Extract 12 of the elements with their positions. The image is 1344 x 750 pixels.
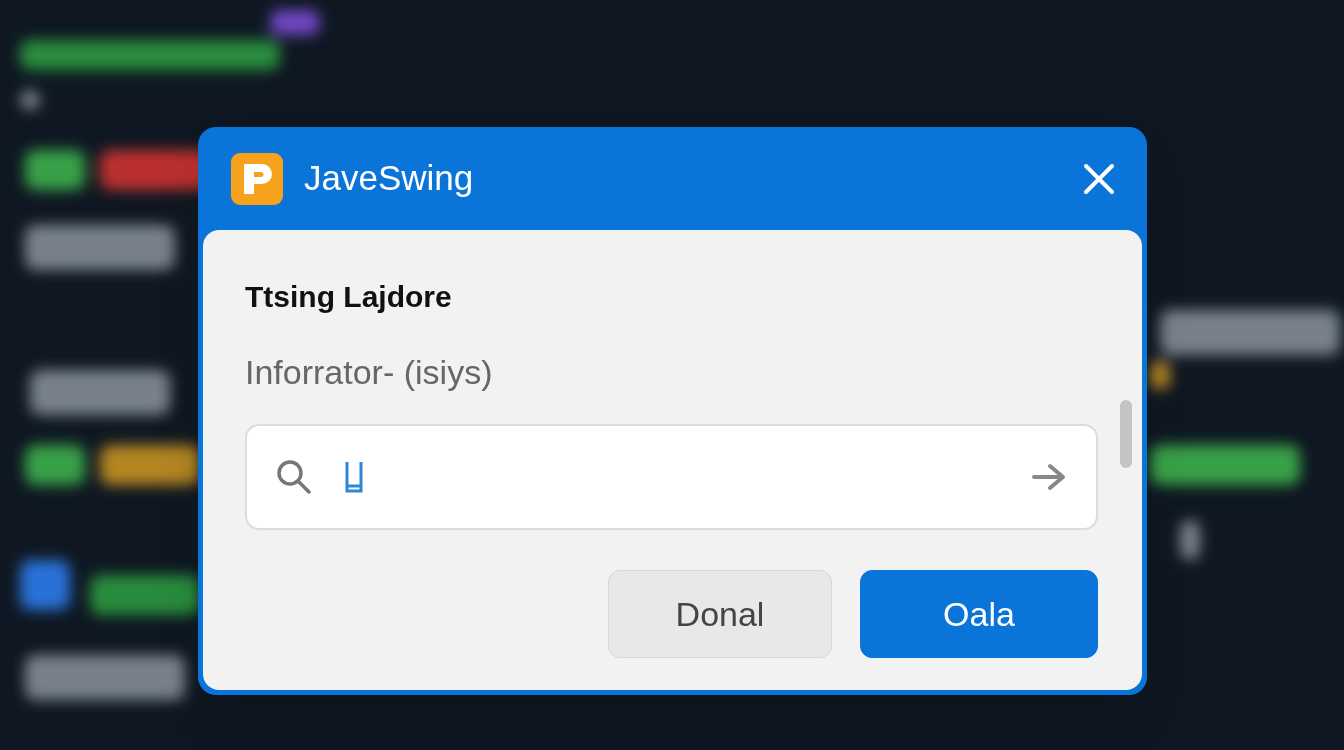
scrollbar-thumb[interactable] — [1120, 400, 1132, 468]
app-logo-icon — [230, 151, 284, 206]
close-icon[interactable] — [1083, 162, 1115, 195]
arrow-right-icon[interactable] — [1032, 462, 1068, 492]
search-field[interactable] — [245, 424, 1098, 530]
window-title: JaveSwing — [304, 157, 474, 200]
search-icon — [275, 458, 313, 496]
dialog-subtitle: Inforrator- (isiys) — [245, 352, 494, 393]
text-cursor-icon — [343, 460, 365, 494]
dialog-heading: Ttsing Lajdore — [245, 279, 453, 315]
confirm-button[interactable]: Oala — [860, 570, 1098, 658]
secondary-button[interactable]: Donal — [608, 570, 832, 658]
